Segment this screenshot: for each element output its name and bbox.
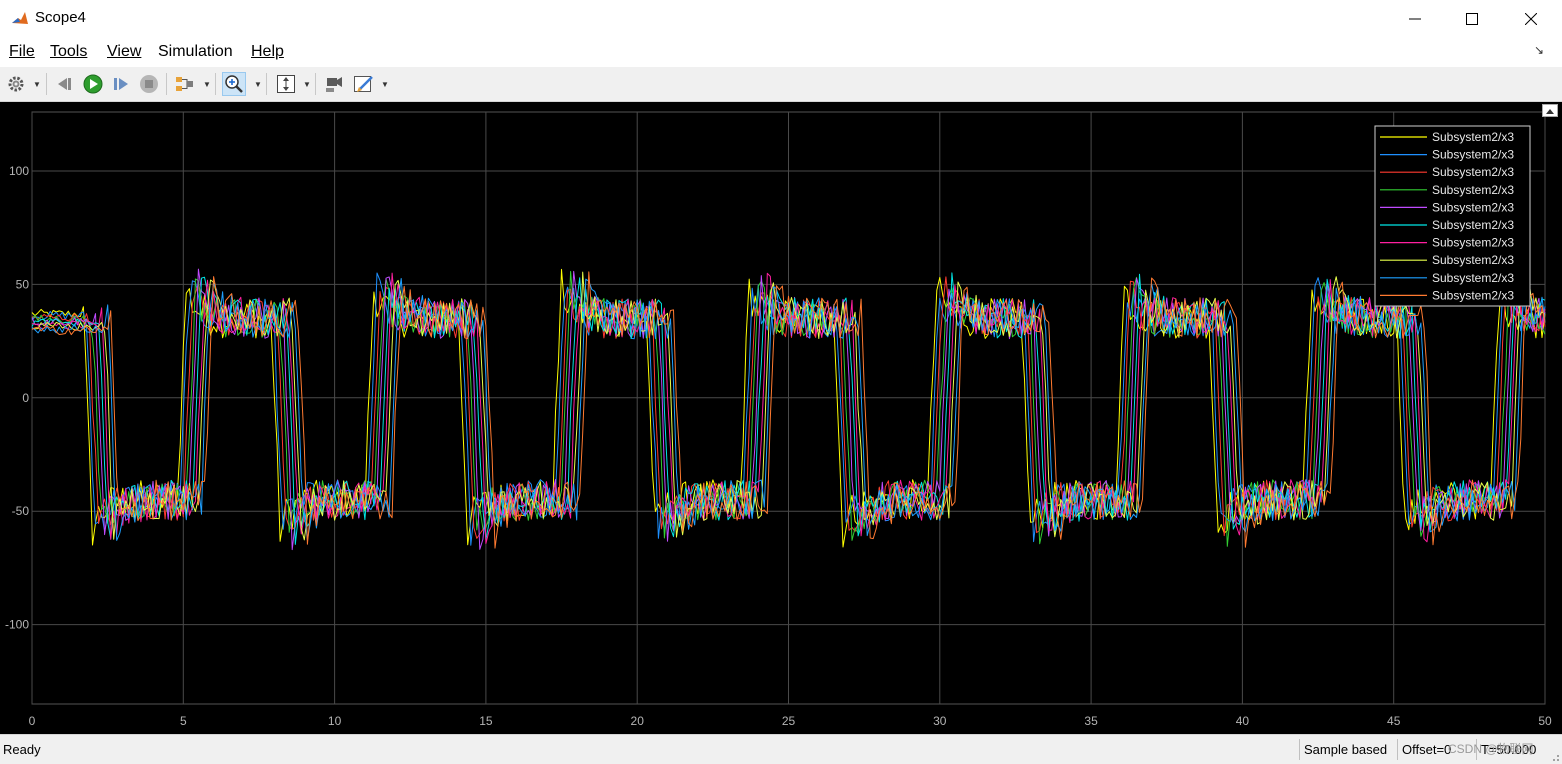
x-tick-label: 0	[29, 714, 36, 728]
toolbar-separator	[315, 73, 316, 95]
legend-label: Subsystem2/x3	[1432, 183, 1514, 197]
menu-view-label: View	[107, 43, 142, 60]
highlight-block-button[interactable]	[322, 72, 346, 96]
x-tick-label: 35	[1084, 714, 1098, 728]
legend-label: Subsystem2/x3	[1432, 200, 1514, 214]
status-sample-mode: Sample based	[1299, 739, 1397, 760]
toolbar-separator	[166, 73, 167, 95]
y-tick-label: 100	[9, 164, 29, 178]
signal-select-button[interactable]	[173, 72, 197, 96]
zoom-dropdown-icon[interactable]: ▼	[254, 80, 262, 89]
signal-select-icon	[176, 77, 193, 91]
step-forward-button[interactable]	[109, 72, 133, 96]
x-tick-label: 25	[782, 714, 796, 728]
legend-label: Subsystem2/x3	[1432, 288, 1514, 302]
legend-label: Subsystem2/x3	[1432, 130, 1514, 144]
toolbar-separator	[46, 73, 47, 95]
menu-help-label: Help	[251, 43, 284, 60]
step-back-icon	[58, 78, 71, 90]
resize-grip-icon[interactable]	[1550, 752, 1560, 762]
x-tick-label: 30	[933, 714, 947, 728]
step-back-button[interactable]	[53, 72, 77, 96]
minimize-icon	[1409, 18, 1421, 20]
menu-file-label: File	[9, 43, 35, 60]
signal-select-dropdown-icon[interactable]: ▼	[203, 80, 211, 89]
x-tick-label: 45	[1387, 714, 1401, 728]
x-tick-label: 20	[631, 714, 645, 728]
style-dropdown-icon[interactable]: ▼	[381, 80, 389, 89]
toolbar-separator	[266, 73, 267, 95]
gear-icon	[8, 76, 24, 92]
run-icon	[83, 74, 103, 94]
legend-label: Subsystem2/x3	[1432, 218, 1514, 232]
zoom-in-button[interactable]	[222, 72, 246, 96]
close-button[interactable]	[1502, 0, 1560, 38]
maximize-button[interactable]	[1443, 0, 1501, 38]
highlight-icon	[326, 77, 342, 92]
status-ready: Ready	[3, 742, 41, 757]
toolbar: ▼ ▼ ▼ ▼ ▼	[0, 67, 1562, 102]
y-tick-label: -50	[12, 504, 30, 518]
configuration-button[interactable]	[4, 72, 28, 96]
status-bar: Ready Sample based Offset=0 T=50.000 CSD…	[0, 734, 1562, 764]
legend-label: Subsystem2/x3	[1432, 236, 1514, 250]
minimize-button[interactable]	[1386, 0, 1444, 38]
run-button[interactable]	[81, 72, 105, 96]
y-tick-label: -100	[5, 618, 29, 632]
x-tick-label: 5	[180, 714, 187, 728]
scale-axes-dropdown-icon[interactable]: ▼	[303, 80, 311, 89]
menu-simulation[interactable]: Simulation	[158, 43, 233, 61]
watermark: CSDN @物联网	[1448, 742, 1534, 756]
zoom-in-icon	[225, 75, 243, 93]
legend-label: Subsystem2/x3	[1432, 271, 1514, 285]
scope-plot-panel: 0 5 10 15 20 25 30 35 40 45 50 100 50 0 -50 -100 Subsys…	[0, 102, 1562, 734]
toolbar-separator	[215, 73, 216, 95]
stop-icon	[140, 75, 158, 93]
scale-axes-icon	[277, 75, 295, 93]
dock-arrow-icon[interactable]: ↘	[1534, 43, 1544, 57]
stop-button[interactable]	[137, 72, 161, 96]
style-button[interactable]	[352, 72, 376, 96]
legend-label: Subsystem2/x3	[1432, 165, 1514, 179]
menu-tools-label: Tools	[50, 43, 88, 60]
scale-axes-button[interactable]	[274, 72, 298, 96]
x-tick-label: 40	[1236, 714, 1250, 728]
y-tick-label: 0	[22, 391, 29, 405]
menu-simulation-label: Simulation	[158, 43, 233, 60]
legend-label: Subsystem2/x3	[1432, 148, 1514, 162]
menu-view[interactable]: View	[107, 43, 141, 61]
style-icon	[354, 76, 373, 92]
close-icon	[1525, 13, 1537, 25]
x-tick-label: 10	[328, 714, 342, 728]
matlab-app-icon	[10, 9, 30, 29]
scope-plot[interactable]: 0 5 10 15 20 25 30 35 40 45 50 100 50 0 -50 -100 Subsys…	[0, 102, 1562, 734]
x-tick-label: 15	[479, 714, 493, 728]
menu-bar: File Tools View Simulation Help ↘	[0, 38, 1562, 67]
undock-button[interactable]	[1542, 104, 1558, 117]
menu-file[interactable]: File	[9, 43, 35, 61]
window-title: Scope4	[35, 9, 86, 26]
undock-icon	[1546, 109, 1554, 114]
title-bar: Scope4	[0, 0, 1562, 38]
x-tick-label: 50	[1538, 714, 1552, 728]
y-tick-label: 50	[16, 277, 30, 291]
menu-help[interactable]: Help	[251, 43, 284, 61]
step-forward-icon	[114, 78, 128, 90]
menu-tools[interactable]: Tools	[50, 43, 87, 61]
legend-label: Subsystem2/x3	[1432, 253, 1514, 267]
maximize-icon	[1466, 13, 1478, 25]
configuration-dropdown-icon[interactable]: ▼	[33, 80, 41, 89]
